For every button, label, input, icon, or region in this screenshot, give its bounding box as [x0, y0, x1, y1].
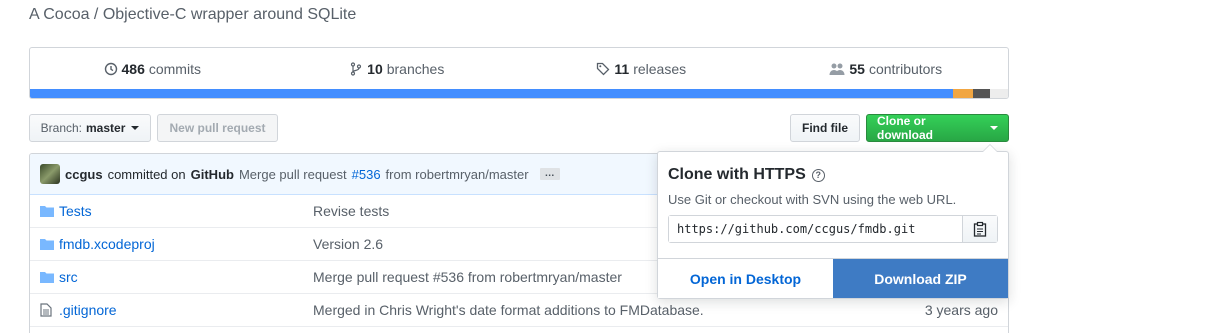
clone-actions: Open in Desktop Download ZIP [658, 258, 1008, 298]
commits-count: 486 [121, 61, 145, 77]
clone-title-text: Clone with HTTPS [668, 166, 806, 183]
file-name-link[interactable]: src [59, 269, 314, 285]
branch-name: master [86, 121, 126, 135]
clone-url-input[interactable] [669, 216, 962, 242]
file-commit-message[interactable]: Revise tests [313, 203, 389, 219]
folder-icon [40, 205, 54, 217]
commits-link[interactable]: 486 commits [30, 61, 275, 77]
clone-url-group [668, 215, 998, 243]
language-bar[interactable] [30, 89, 1008, 98]
find-file-button[interactable]: Find file [790, 114, 860, 142]
clipboard-icon [973, 221, 987, 237]
caret-down-icon [990, 126, 998, 130]
caret-down-icon [131, 126, 140, 130]
clone-dropdown-subtitle: Use Git or checkout with SVN using the w… [668, 192, 957, 207]
file-name-link[interactable]: fmdb.xcodeproj [59, 236, 314, 252]
clone-dropdown-title: Clone with HTTPS ? [668, 166, 825, 184]
tag-icon [597, 62, 610, 76]
branch-icon [351, 62, 362, 76]
open-in-desktop-button[interactable]: Open in Desktop [658, 259, 833, 298]
repo-description: A Cocoa / Objective-C wrapper around SQL… [29, 6, 357, 23]
language-segment[interactable] [953, 89, 973, 98]
folder-icon [40, 271, 54, 283]
language-segment[interactable] [30, 89, 954, 98]
expand-commit-button[interactable]: … [539, 168, 560, 180]
branches-link[interactable]: 10 branches [275, 61, 520, 77]
file-commit-message[interactable]: Merged in Chris Wright's date format add… [313, 302, 704, 318]
question-icon[interactable]: ? [811, 168, 825, 182]
commit-author[interactable]: ccgus [65, 167, 103, 182]
file-commit-message[interactable]: Version 2.6 [313, 236, 383, 252]
avatar[interactable] [40, 164, 60, 184]
contributors-link[interactable]: 55 contributors [764, 61, 1009, 77]
clone-or-download-label: Clone or download [877, 114, 933, 142]
repo-summary: 486 commits 10 branches 11 releases 55 c… [29, 47, 1009, 99]
file-name-link[interactable]: Tests [59, 203, 314, 219]
file-name-link[interactable]: .gitignore [59, 302, 314, 318]
contributors-count: 55 [849, 61, 865, 77]
dropdown-arrow-inner [983, 145, 997, 152]
commit-message-prefix[interactable]: Merge pull request [239, 167, 347, 182]
people-icon [829, 63, 845, 75]
releases-count: 11 [614, 61, 630, 77]
commit-pr-link[interactable]: #536 [352, 167, 381, 182]
commit-message-suffix[interactable]: from robertmryan/master [386, 167, 529, 182]
releases-label: releases [633, 61, 687, 77]
commit-committed-on: committed on [107, 166, 186, 182]
clone-or-download-button[interactable]: Clone or download [866, 114, 1009, 142]
releases-link[interactable]: 11 releases [519, 61, 764, 77]
branches-count: 10 [367, 61, 383, 77]
commits-label: commits [148, 61, 201, 77]
file-age: 3 years ago [924, 302, 998, 318]
clone-dropdown: Clone with HTTPS ? Use Git or checkout w… [657, 144, 1009, 299]
file-commit-message[interactable]: Merge pull request #536 from robertmryan… [313, 269, 622, 285]
branch-select-button[interactable]: Branch: master [29, 114, 151, 142]
history-icon [104, 62, 117, 76]
folder-icon [40, 238, 54, 250]
new-pull-request-button[interactable]: New pull request [157, 114, 278, 142]
copy-url-button[interactable] [962, 216, 997, 242]
file-icon [40, 303, 54, 317]
language-segment[interactable] [972, 89, 991, 98]
branches-label: branches [386, 61, 445, 77]
commit-platform: GitHub [190, 166, 234, 182]
download-zip-button[interactable]: Download ZIP [833, 259, 1008, 298]
contributors-label: contributors [868, 61, 943, 77]
language-segment[interactable] [990, 89, 1008, 98]
branch-prefix: Branch: [40, 121, 82, 135]
